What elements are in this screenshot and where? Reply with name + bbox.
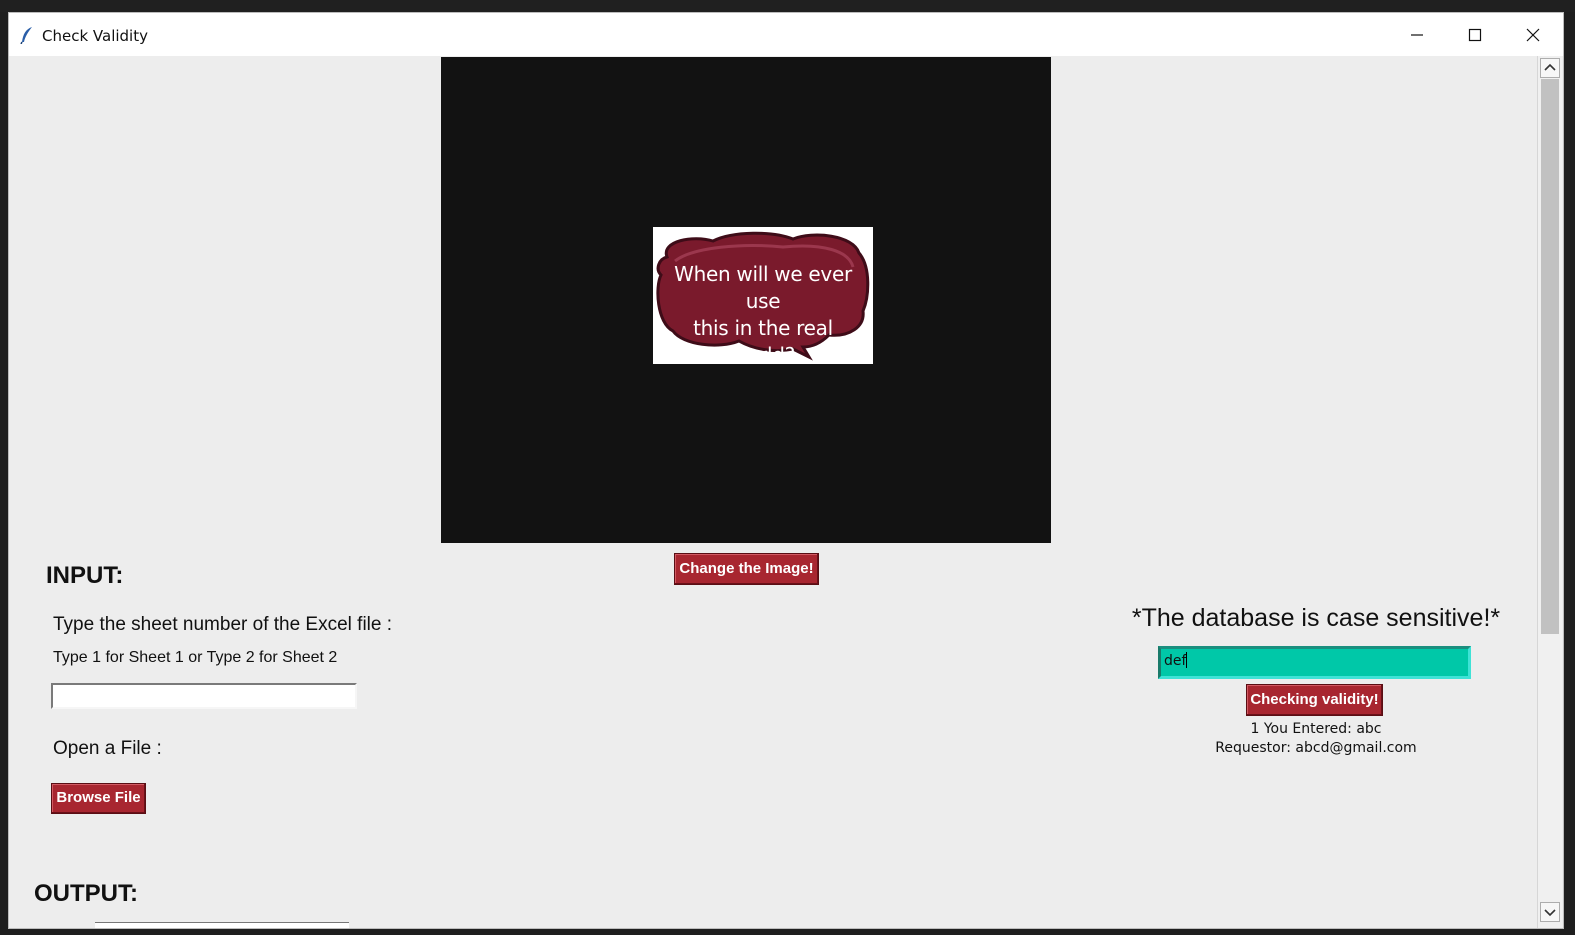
chevron-up-icon: [1544, 63, 1556, 71]
maximize-button[interactable]: [1446, 13, 1504, 56]
title-bar: Check Validity: [9, 13, 1563, 56]
desktop-strip: [0, 0, 1575, 12]
minimize-icon: [1411, 34, 1423, 36]
result-text: 1 You Entered: abc: [1250, 721, 1382, 737]
output-heading: OUTPUT:: [34, 880, 138, 907]
requestor-text: Requestor: abcd@gmail.com: [1215, 740, 1417, 756]
vertical-scrollbar[interactable]: [1537, 56, 1562, 928]
sheet-hint-label: Type 1 for Sheet 1 or Type 2 for Sheet 2: [53, 649, 338, 666]
feather-icon: [20, 26, 34, 45]
sheet-number-input[interactable]: [51, 683, 357, 709]
search-input-value: def: [1164, 653, 1187, 669]
case-sensitive-notice: *The database is case sensitive!*: [1131, 604, 1501, 632]
image-canvas: When will we ever use this in the real w…: [441, 57, 1051, 543]
text-caret: [1186, 652, 1188, 668]
bubble-caption: When will we ever use this in the real w…: [663, 261, 863, 369]
window-title: Check Validity: [42, 27, 148, 45]
change-image-button[interactable]: Change the Image!: [674, 553, 819, 585]
scroll-down-button[interactable]: [1540, 902, 1560, 922]
minimize-button[interactable]: [1388, 13, 1446, 56]
open-file-label: Open a File :: [53, 738, 162, 759]
caption-line-1: When will we ever use: [674, 262, 852, 313]
browse-file-button[interactable]: Browse File: [51, 783, 146, 814]
check-validity-button[interactable]: Checking validity!: [1246, 684, 1383, 716]
sheet-prompt-label: Type the sheet number of the Excel file …: [53, 614, 393, 635]
close-icon: [1526, 28, 1540, 42]
main-content: When will we ever use this in the real w…: [9, 56, 1536, 928]
scroll-thumb[interactable]: [1541, 79, 1559, 634]
output-field: [95, 922, 349, 928]
app-window: Check Validity When will we ever use thi…: [8, 12, 1564, 929]
input-heading: INPUT:: [46, 562, 124, 589]
chevron-down-icon: [1544, 909, 1556, 917]
maximize-icon: [1468, 28, 1482, 42]
scroll-up-button[interactable]: [1540, 58, 1560, 78]
close-button[interactable]: [1504, 13, 1562, 56]
database-search-input[interactable]: def: [1158, 646, 1471, 679]
meme-image: When will we ever use this in the real w…: [653, 227, 873, 367]
caption-line-2: this in the real world?: [693, 316, 833, 367]
